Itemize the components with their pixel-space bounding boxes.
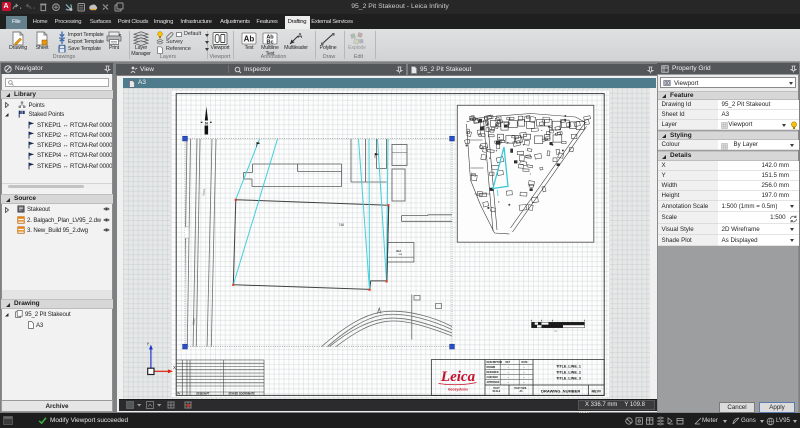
svg-text:DRAWN: DRAWN bbox=[486, 366, 495, 369]
svg-text:DESIGN PT: DESIGN PT bbox=[196, 393, 209, 396]
svg-text:--: -- bbox=[507, 372, 509, 374]
svg-text:SCALE: SCALE bbox=[492, 390, 500, 393]
svg-text:STAKED COORDINATE: STAKED COORDINATE bbox=[228, 393, 255, 396]
svg-text:A: A bbox=[298, 33, 303, 40]
svg-text:DET: DET bbox=[505, 362, 510, 364]
svg-text:DESIGNED: DESIGNED bbox=[486, 372, 498, 374]
svg-text:--: -- bbox=[507, 367, 509, 369]
svg-text:N: N bbox=[204, 121, 207, 126]
svg-text:TITLE_LINE_3: TITLE_LINE_3 bbox=[556, 376, 581, 380]
svg-text:--: -- bbox=[523, 372, 525, 374]
svg-text:DESCRIPTION: DESCRIPTION bbox=[486, 362, 502, 364]
svg-text:Geosystems: Geosystems bbox=[447, 388, 467, 392]
svg-text:Ab: Ab bbox=[244, 35, 255, 44]
svg-text:--: -- bbox=[523, 377, 525, 379]
svg-text:Ref: Ref bbox=[396, 249, 400, 253]
svg-text:CHECKED: CHECKED bbox=[486, 377, 498, 379]
svg-text:--: -- bbox=[523, 367, 525, 369]
svg-text:DRAWING_NUMBER: DRAWING_NUMBER bbox=[541, 388, 580, 393]
svg-text:DATE: DATE bbox=[521, 361, 528, 364]
svg-text:Leica: Leica bbox=[439, 369, 475, 385]
svg-text:REV#: REV# bbox=[591, 389, 601, 393]
svg-text:APPROVED: APPROVED bbox=[486, 381, 499, 384]
svg-text:75074: 75074 bbox=[201, 188, 206, 196]
svg-text:--: -- bbox=[507, 377, 509, 379]
svg-text:200: 200 bbox=[398, 254, 402, 256]
svg-text:m: m bbox=[554, 330, 556, 333]
svg-text:--: -- bbox=[507, 382, 509, 384]
svg-text:--: -- bbox=[523, 382, 525, 384]
svg-text:TITLE_LINE_2: TITLE_LINE_2 bbox=[556, 370, 581, 374]
svg-text:PLOT: PLOT bbox=[493, 388, 500, 390]
svg-text:746: 746 bbox=[338, 223, 344, 227]
svg-text:Pt: Pt bbox=[177, 393, 180, 396]
svg-text:A3: A3 bbox=[519, 390, 523, 393]
svg-text:PLOT SIZE: PLOT SIZE bbox=[514, 388, 526, 390]
svg-text:2540: 2540 bbox=[191, 318, 196, 325]
svg-text:Y: Y bbox=[146, 342, 149, 347]
svg-text:TITLE_LINE_1: TITLE_LINE_1 bbox=[556, 364, 581, 368]
svg-text:X: X bbox=[173, 365, 176, 370]
